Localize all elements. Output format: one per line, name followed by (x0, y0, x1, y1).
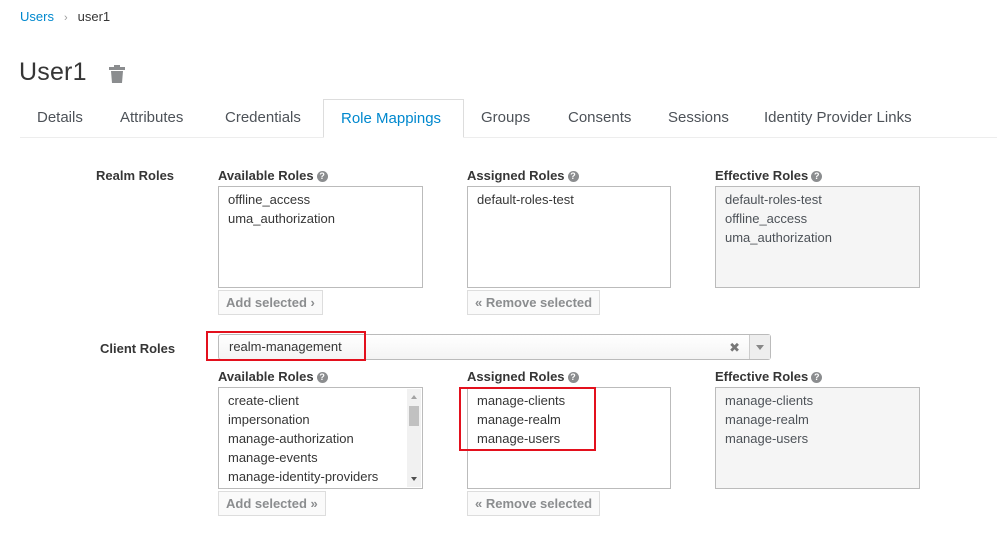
list-item: manage-realm (725, 412, 809, 427)
page-title: User1 (19, 58, 87, 86)
realm-roles-label: Realm Roles (96, 168, 175, 183)
help-icon[interactable]: ? (316, 171, 328, 182)
realm-effective-label-text: Effective Roles (715, 168, 809, 183)
realm-remove-selected-button[interactable]: « Remove selected (467, 290, 601, 315)
trash-icon[interactable] (108, 64, 126, 84)
clear-icon[interactable]: ✖ (729, 340, 740, 356)
tab-details[interactable]: Details (20, 99, 100, 137)
breadcrumb-separator: › (63, 12, 68, 24)
client-assigned-label: Assigned Roles? (467, 369, 579, 384)
tab-credentials[interactable]: Credentials (208, 99, 318, 137)
breadcrumb: Users › user1 (20, 9, 110, 24)
list-item: default-roles-test (725, 192, 822, 207)
help-icon[interactable]: ? (811, 171, 823, 182)
realm-effective-label: Effective Roles? (715, 168, 823, 183)
client-add-selected-button[interactable]: Add selected » (218, 491, 326, 516)
help-icon[interactable]: ? (811, 372, 823, 383)
list-item[interactable]: offline_access (228, 190, 422, 209)
list-item: manage-users (725, 431, 809, 446)
scroll-up-icon[interactable] (411, 395, 417, 399)
realm-available-label-text: Available Roles (218, 168, 314, 183)
list-item[interactable]: manage-authorization (228, 429, 422, 448)
realm-assigned-label-text: Assigned Roles (467, 168, 565, 183)
scrollbar[interactable] (407, 389, 421, 487)
list-item: manage-clients (725, 393, 814, 408)
realm-assigned-roles-list[interactable]: default-roles-test (467, 186, 671, 288)
scrollbar-thumb[interactable] (409, 406, 419, 426)
tab-attributes[interactable]: Attributes (103, 99, 200, 137)
realm-add-selected-button[interactable]: Add selected › (218, 290, 323, 315)
realm-available-roles-list[interactable]: offline_access uma_authorization (218, 186, 423, 288)
client-roles-label: Client Roles (100, 341, 176, 356)
client-assigned-label-text: Assigned Roles (467, 369, 565, 384)
tab-identity-provider-links[interactable]: Identity Provider Links (747, 99, 929, 137)
client-effective-roles-list: manage-clients manage-realm manage-users (715, 387, 920, 489)
realm-available-label: Available Roles? (218, 168, 328, 183)
tab-bar: Details Attributes Credentials Role Mapp… (20, 99, 997, 138)
client-available-label-text: Available Roles (218, 369, 314, 384)
highlight-box-assigned-roles (459, 387, 596, 451)
help-icon[interactable]: ? (567, 171, 579, 182)
client-effective-label-text: Effective Roles (715, 369, 809, 384)
client-effective-label: Effective Roles? (715, 369, 823, 384)
help-icon[interactable]: ? (316, 372, 328, 383)
realm-effective-roles-list: default-roles-test offline_access uma_au… (715, 186, 920, 288)
tab-sessions[interactable]: Sessions (651, 99, 746, 137)
help-icon[interactable]: ? (567, 372, 579, 383)
tab-consents[interactable]: Consents (551, 99, 648, 137)
client-available-label: Available Roles? (218, 369, 328, 384)
list-item: uma_authorization (725, 230, 832, 245)
list-item[interactable]: create-client (228, 391, 422, 410)
list-item[interactable]: impersonation (228, 410, 422, 429)
list-item[interactable]: manage-events (228, 448, 422, 467)
tab-role-mappings[interactable]: Role Mappings (323, 99, 464, 138)
list-item[interactable]: manage-identity-providers (228, 467, 422, 486)
client-available-roles-list[interactable]: create-client impersonation manage-autho… (218, 387, 423, 489)
realm-assigned-label: Assigned Roles? (467, 168, 579, 183)
list-item[interactable]: default-roles-test (477, 190, 670, 209)
list-item: offline_access (725, 211, 808, 226)
breadcrumb-current: user1 (77, 9, 111, 24)
chevron-down-icon[interactable] (749, 335, 770, 359)
breadcrumb-users-link[interactable]: Users (20, 9, 54, 24)
highlight-box-client-select (206, 331, 366, 361)
tab-groups[interactable]: Groups (464, 99, 547, 137)
client-remove-selected-button[interactable]: « Remove selected (467, 491, 601, 516)
list-item[interactable]: uma_authorization (228, 209, 422, 228)
scroll-down-icon[interactable] (411, 477, 417, 481)
